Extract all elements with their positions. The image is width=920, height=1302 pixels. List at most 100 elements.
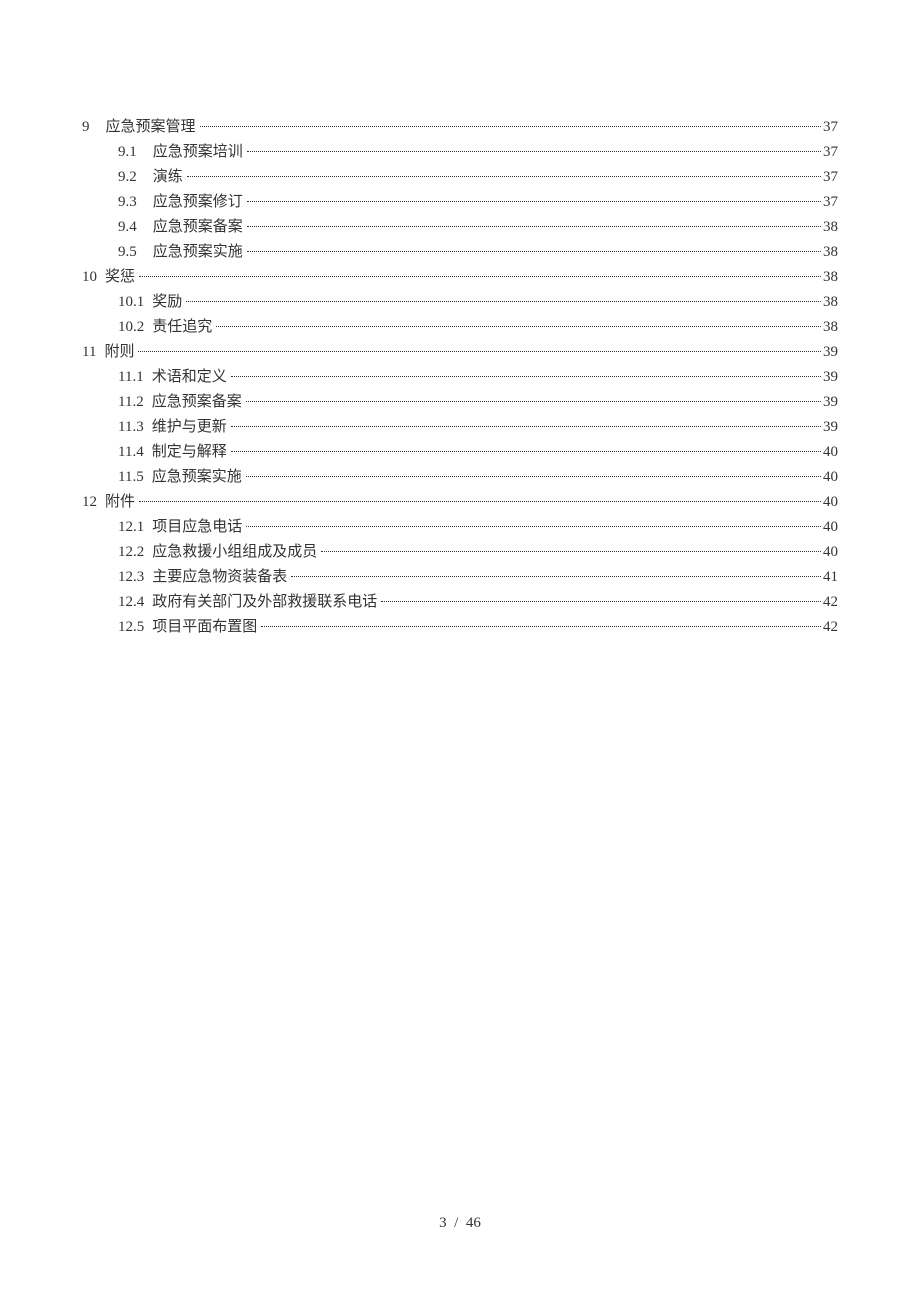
toc-number: 10 (82, 270, 97, 285)
toc-leader-dots (247, 201, 821, 202)
toc-leader-dots (247, 151, 821, 152)
toc-leader-dots (247, 226, 821, 227)
toc-number: 9.1 (118, 145, 137, 160)
toc-title: 应急救援小组组成及成员 (152, 545, 317, 560)
toc-page-number: 39 (823, 345, 838, 360)
toc-number: 10.2 (118, 320, 144, 335)
toc-leader-dots (261, 626, 821, 627)
toc-page-number: 39 (823, 420, 838, 435)
toc-entry[interactable]: 11.4 制定与解释 40 (118, 445, 838, 460)
toc-leader-dots (138, 351, 821, 352)
toc-number: 11.4 (118, 445, 144, 460)
table-of-contents: 9应急预案管理379.1应急预案培训379.2演练379.3应急预案修订379.… (82, 120, 838, 635)
toc-number: 12.3 (118, 570, 144, 585)
toc-title: 应急预案修订 (153, 195, 243, 210)
toc-page-number: 37 (823, 120, 838, 135)
toc-leader-dots (246, 526, 821, 527)
toc-title: 应急预案备案 (153, 220, 243, 235)
toc-title: 演练 (153, 170, 183, 185)
toc-number: 11.2 (118, 395, 144, 410)
toc-entry[interactable]: 10.1奖励38 (118, 295, 838, 310)
toc-title: 制定与解释 (152, 445, 227, 460)
toc-title: 项目平面布置图 (152, 620, 257, 635)
toc-entry[interactable]: 9 应急预案管理 37 (82, 120, 838, 135)
toc-page-number: 41 (823, 570, 838, 585)
toc-leader-dots (139, 501, 821, 502)
toc-page-number: 39 (823, 395, 838, 410)
toc-entry[interactable]: 12.3 主要应急物资装备表 41 (118, 570, 838, 585)
toc-entry[interactable]: 12.1 项目应急电话 40 (118, 520, 838, 535)
toc-title: 应急预案实施 (152, 470, 242, 485)
toc-page-number: 38 (823, 295, 838, 310)
toc-entry[interactable]: 9.3应急预案修订37 (118, 195, 838, 210)
toc-entry[interactable]: 9.5应急预案实施38 (118, 245, 838, 260)
toc-page-number: 40 (823, 470, 838, 485)
toc-entry[interactable]: 10.2 责任追究 38 (118, 320, 838, 335)
toc-title: 主要应急物资装备表 (152, 570, 287, 585)
toc-entry[interactable]: 12 附件 40 (82, 495, 838, 510)
toc-page-number: 42 (823, 620, 838, 635)
toc-number: 11 (82, 345, 96, 360)
toc-page-number: 40 (823, 520, 838, 535)
toc-leader-dots (231, 451, 821, 452)
toc-title: 附件 (105, 495, 135, 510)
toc-entry[interactable]: 11.2 应急预案备案 39 (118, 395, 838, 410)
toc-leader-dots (246, 476, 821, 477)
toc-page-number: 42 (823, 595, 838, 610)
toc-number: 9.5 (118, 245, 137, 260)
toc-leader-dots (200, 126, 821, 127)
toc-page-number: 38 (823, 270, 838, 285)
toc-number: 11.5 (118, 470, 144, 485)
toc-title: 应急预案实施 (153, 245, 243, 260)
toc-entry[interactable]: 9.4 应急预案备案 38 (118, 220, 838, 235)
page-current: 3 (439, 1215, 447, 1231)
toc-entry[interactable]: 10 奖惩 38 (82, 270, 838, 285)
toc-entry[interactable]: 11.5 应急预案实施 40 (118, 470, 838, 485)
toc-title: 责任追究 (152, 320, 212, 335)
toc-title: 应急预案管理 (106, 120, 196, 135)
toc-title: 政府有关部门及外部救援联系电话 (152, 595, 377, 610)
toc-entry[interactable]: 12.2应急救援小组组成及成员40 (118, 545, 838, 560)
toc-number: 12.2 (118, 545, 144, 560)
toc-entry[interactable]: 11.3 维护与更新 39 (118, 420, 838, 435)
toc-number: 12 (82, 495, 97, 510)
toc-page-number: 40 (823, 445, 838, 460)
toc-number: 12.5 (118, 620, 144, 635)
toc-leader-dots (186, 301, 821, 302)
toc-page-number: 38 (823, 220, 838, 235)
page: 9应急预案管理379.1应急预案培训379.2演练379.3应急预案修订379.… (0, 0, 920, 1302)
toc-leader-dots (231, 426, 821, 427)
toc-page-number: 37 (823, 170, 838, 185)
toc-number: 12.1 (118, 520, 144, 535)
toc-title: 项目应急电话 (152, 520, 242, 535)
toc-entry[interactable]: 12.5 项目平面布置图 42 (118, 620, 838, 635)
toc-leader-dots (381, 601, 821, 602)
toc-number: 9 (82, 120, 90, 135)
toc-number: 9.4 (118, 220, 137, 235)
toc-number: 11.1 (118, 370, 144, 385)
page-separator: / (454, 1215, 458, 1231)
toc-title: 应急预案培训 (153, 145, 243, 160)
toc-title: 奖惩 (105, 270, 135, 285)
toc-title: 附则 (104, 345, 134, 360)
toc-leader-dots (247, 251, 821, 252)
toc-entry[interactable]: 9.2 演练 37 (118, 170, 838, 185)
toc-title: 术语和定义 (152, 370, 227, 385)
toc-entry[interactable]: 12.4政府有关部门及外部救援联系电话42 (118, 595, 838, 610)
toc-title: 维护与更新 (152, 420, 227, 435)
toc-number: 9.2 (118, 170, 137, 185)
toc-page-number: 38 (823, 320, 838, 335)
page-footer: 3 / 46 (0, 1215, 920, 1232)
toc-title: 应急预案备案 (152, 395, 242, 410)
toc-leader-dots (139, 276, 821, 277)
toc-entry[interactable]: 9.1应急预案培训37 (118, 145, 838, 160)
toc-leader-dots (321, 551, 821, 552)
toc-number: 10.1 (118, 295, 144, 310)
toc-entry[interactable]: 11 附则 39 (82, 345, 838, 360)
toc-entry[interactable]: 11.1术语和定义39 (118, 370, 838, 385)
toc-leader-dots (216, 326, 821, 327)
toc-leader-dots (231, 376, 821, 377)
toc-number: 11.3 (118, 420, 144, 435)
toc-page-number: 40 (823, 495, 838, 510)
toc-leader-dots (291, 576, 821, 577)
